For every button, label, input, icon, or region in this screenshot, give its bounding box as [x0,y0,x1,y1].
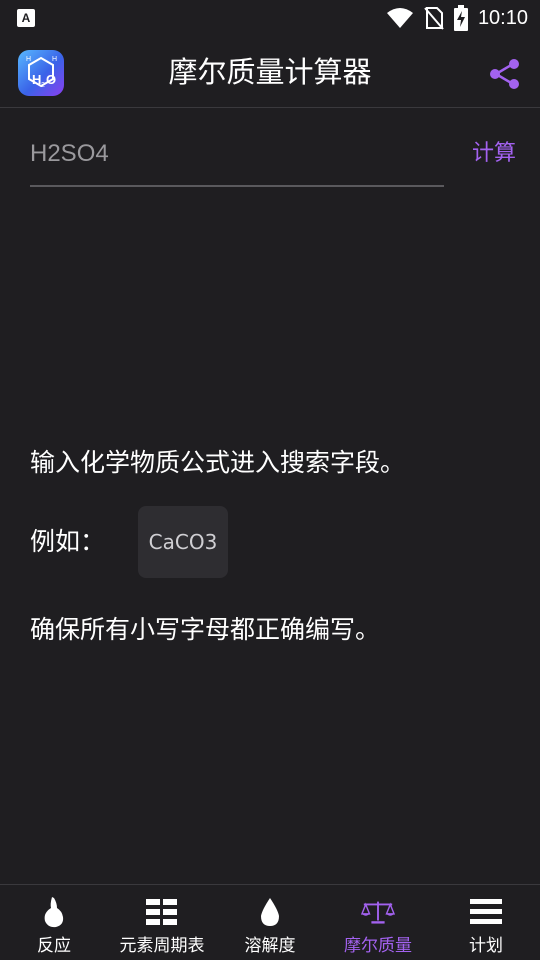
page-title: 摩尔质量计算器 [168,55,372,89]
lowercase-note: 确保所有小写字母都正确编写。 [30,615,381,644]
menu-lines-icon [469,895,503,929]
nav-item-plan[interactable]: 计划 [432,885,540,960]
nav-label-plan: 计划 [469,936,503,956]
bottom-navigation: 反应 元素周期表 溶解度 摩尔质量 计划 [0,884,540,960]
app-bar: H H H 2 O 摩尔质量计算器 [0,36,540,108]
share-button[interactable] [484,54,524,94]
status-icons: 10:10 [376,4,528,32]
nav-item-reactions[interactable]: 反应 [0,885,108,960]
balance-scale-icon [361,895,395,929]
nav-item-molar-mass[interactable]: 摩尔质量 [324,885,432,960]
nav-item-periodic-table[interactable]: 元素周期表 [108,885,216,960]
status-time: 10:10 [477,6,528,29]
no-sim-icon [424,7,444,30]
formula-input[interactable] [30,130,444,178]
periodic-table-icon [145,895,179,929]
screen: A 10:10 H H H 2 O 摩尔质量计算器 H2SO4 计算 输入化学物… [0,0,540,960]
calculate-button[interactable]: 计算 [472,136,516,172]
nav-item-solubility[interactable]: 溶解度 [216,885,324,960]
nav-label-solubility: 溶解度 [244,936,296,956]
notification-app-icon: A [17,9,35,27]
input-underline [30,185,444,187]
status-bar: A 10:10 [0,0,540,36]
notification-app-glyph: A [21,11,31,25]
nav-label-molar-mass: 摩尔质量 [344,936,412,956]
flask-icon [37,895,71,929]
nav-label-periodic-table: 元素周期表 [119,936,205,956]
example-chip[interactable]: CaCO3 [138,506,228,578]
wifi-icon [386,8,413,28]
instruction-text: 输入化学物质公式进入搜索字段。 [30,448,406,477]
drop-icon [253,895,287,929]
example-label: 例如： [30,527,106,556]
nav-label-reactions: 反应 [37,936,71,956]
share-icon [490,59,519,89]
battery-charging-icon [453,5,468,31]
